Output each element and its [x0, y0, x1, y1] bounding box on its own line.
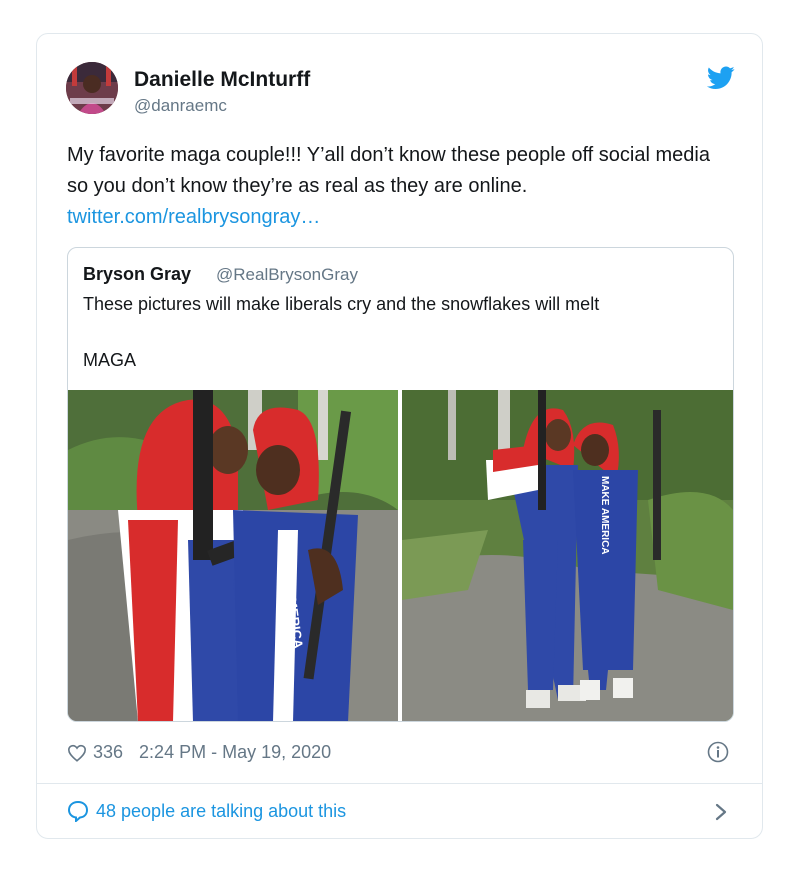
- quoted-tweet-link[interactable]: twitter.com/realbrysongray…: [67, 206, 320, 228]
- embedded-tweet-card: Danielle McInturff @danraemc My favorite…: [36, 33, 763, 839]
- photo-left[interactable]: MAKE AMERICA: [68, 390, 398, 722]
- talking-count[interactable]: 48 people are talking about this: [96, 801, 346, 822]
- chevron-right-icon[interactable]: [714, 802, 728, 822]
- quoted-text-line2: MAGA: [83, 350, 137, 370]
- divider: [37, 783, 762, 784]
- suit-text-right: MAKE AMERICA: [599, 476, 610, 555]
- quoted-tweet[interactable]: Bryson Gray @RealBrysonGray These pictur…: [67, 247, 734, 722]
- photo-right[interactable]: MAKE AMERICA: [402, 390, 733, 722]
- avatar[interactable]: [66, 62, 118, 114]
- quoted-author-name[interactable]: Bryson Gray: [83, 264, 191, 285]
- heart-icon[interactable]: [67, 744, 87, 762]
- quoted-author-handle[interactable]: @RealBrysonGray: [216, 265, 358, 285]
- timestamp[interactable]: 2:24 PM - May 19, 2020: [139, 742, 331, 763]
- tweet-text: My favorite maga couple!!! Y’all don’t k…: [67, 140, 727, 233]
- like-count[interactable]: 336: [93, 742, 123, 763]
- speech-bubble-icon: [67, 800, 89, 822]
- author-name[interactable]: Danielle McInturff: [134, 68, 310, 92]
- quoted-text: These pictures will make liberals cry an…: [83, 294, 600, 314]
- info-icon[interactable]: [707, 741, 729, 763]
- author-handle[interactable]: @danraemc: [134, 96, 227, 116]
- twitter-bird-icon[interactable]: [707, 66, 735, 90]
- quoted-photos[interactable]: MAKE AMERICA MAKE AMERICA: [68, 390, 733, 722]
- tweet-body: My favorite maga couple!!! Y’all don’t k…: [67, 144, 710, 197]
- conversation-link[interactable]: 48 people are talking about this: [67, 800, 346, 822]
- tweet-meta: 336 2:24 PM - May 19, 2020: [67, 742, 331, 763]
